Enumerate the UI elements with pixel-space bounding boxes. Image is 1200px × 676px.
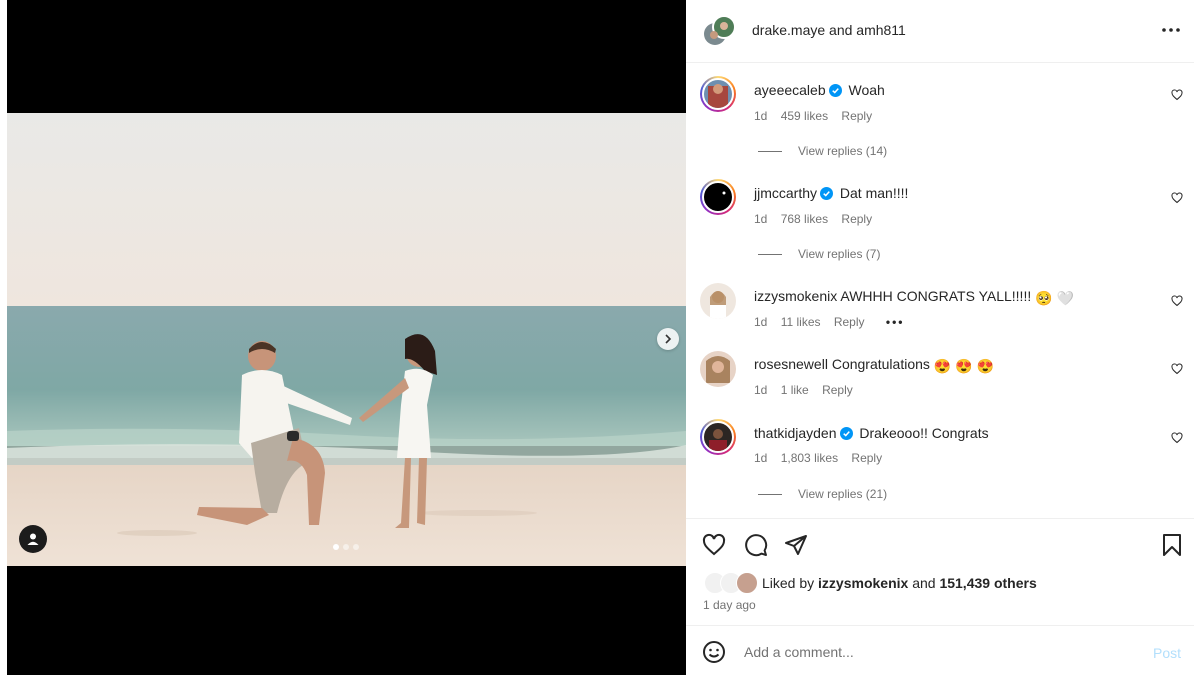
verified-badge-icon (828, 84, 842, 97)
like-comment-heart-icon[interactable] (1171, 192, 1183, 204)
view-replies-button[interactable]: View replies (14) (758, 144, 887, 158)
like-heart-icon[interactable] (702, 533, 726, 557)
heart-eyes-emoji: 😍 (955, 358, 973, 374)
post-timestamp[interactable]: 1 day ago (703, 598, 756, 612)
comment-time: 1d (754, 212, 768, 226)
view-replies-button[interactable]: View replies (7) (758, 247, 880, 261)
liked-by-user[interactable]: izzysmokenix (818, 575, 908, 591)
commenter-avatar[interactable] (700, 419, 736, 455)
share-icon[interactable] (784, 533, 808, 557)
add-comment-input[interactable] (742, 640, 1126, 664)
comment-likes[interactable]: 1 like (781, 383, 809, 397)
commenter-avatar[interactable] (700, 283, 736, 319)
heart-eyes-emoji: 😍 (933, 358, 952, 374)
post-header: drake.maye and amh811 (686, 0, 1194, 63)
commenter-avatar[interactable] (700, 76, 736, 112)
comment-time: 1d (754, 315, 768, 329)
verified-badge-icon (839, 427, 853, 440)
post-actions (686, 518, 1194, 569)
reply-button[interactable]: Reply (841, 109, 872, 123)
likes-summary: Liked by izzysmokenix and 151,439 others (704, 572, 1037, 594)
comment-more-icon[interactable]: ••• (886, 315, 905, 329)
white-heart-emoji: 🤍 (1056, 290, 1074, 306)
comment-username[interactable]: izzysmokenix (754, 288, 837, 304)
liker-avatar (736, 572, 758, 594)
author-avatar[interactable] (702, 14, 736, 48)
comment-meta: 1d 768 likes Reply (754, 212, 882, 226)
post-authors[interactable]: drake.maye and amh811 (752, 22, 906, 38)
comment-icon[interactable] (744, 533, 768, 557)
post-comment-button[interactable]: Post (1153, 645, 1181, 661)
post-media (7, 0, 686, 675)
heart-eyes-emoji: 😍 (976, 358, 994, 374)
like-comment-heart-icon[interactable] (1171, 363, 1183, 375)
carousel-dot (353, 544, 359, 550)
view-replies-button[interactable]: View replies (21) (758, 487, 887, 501)
reply-button[interactable]: Reply (822, 383, 853, 397)
comment-time: 1d (754, 109, 768, 123)
liked-by-label: Liked by (762, 575, 815, 591)
comment-likes[interactable]: 1,803 likes (781, 451, 838, 465)
comment-body: Dat man!!!! (839, 185, 909, 201)
comment-username[interactable]: rosesnewell (754, 356, 828, 372)
comments-panel: drake.maye and amh811 ayeeecaleb Woah 1d… (686, 0, 1200, 675)
reply-button[interactable]: Reply (851, 451, 882, 465)
comment-likes[interactable]: 459 likes (781, 109, 828, 123)
like-comment-heart-icon[interactable] (1171, 89, 1183, 101)
comment-body: AWHHH CONGRATS YALL!!!!! (840, 288, 1032, 304)
commenter-avatar[interactable] (700, 179, 736, 215)
like-comment-heart-icon[interactable] (1171, 295, 1183, 307)
comment-time: 1d (754, 383, 768, 397)
comment-body: Congratulations (831, 356, 930, 372)
comment-text: jjmccarthy Dat man!!!! (754, 185, 908, 201)
add-comment-bar: Post (686, 625, 1194, 676)
carousel-indicator (333, 544, 359, 550)
save-bookmark-icon[interactable] (1160, 533, 1184, 557)
verified-badge-icon (820, 187, 834, 200)
post-photo (7, 113, 686, 566)
comment-body: Drakeooo!! Congrats (859, 425, 989, 441)
comment-meta: 1d 1 like Reply (754, 383, 863, 397)
comment-body: Woah (848, 82, 885, 98)
comment-username[interactable]: ayeeecaleb (754, 82, 826, 98)
comment-username[interactable]: jjmccarthy (754, 185, 817, 201)
comment-meta: 1d 1,803 likes Reply (754, 451, 892, 465)
liked-by-joiner: and (912, 575, 936, 591)
comment-text: ayeeecaleb Woah (754, 82, 885, 98)
commenter-avatar[interactable] (700, 351, 736, 387)
comment-text: rosesnewell Congratulations 😍 😍 😍 (754, 356, 994, 375)
emoji-icon[interactable] (702, 640, 726, 664)
carousel-dot (343, 544, 349, 550)
comment-likes[interactable]: 768 likes (781, 212, 828, 226)
reply-button[interactable]: Reply (834, 315, 865, 329)
comment-meta: 1d 11 likes Reply ••• (754, 315, 914, 329)
likes-count[interactable]: 151,439 others (939, 575, 1036, 591)
comment-likes[interactable]: 11 likes (781, 315, 821, 329)
comment-username[interactable]: thatkidjayden (754, 425, 837, 441)
more-options-icon[interactable] (1160, 20, 1182, 40)
reply-button[interactable]: Reply (841, 212, 872, 226)
carousel-next-button[interactable] (657, 328, 679, 350)
comment-text: izzysmokenix AWHHH CONGRATS YALL!!!!! 🥺 … (754, 288, 1074, 307)
comment-text: thatkidjayden Drakeooo!! Congrats (754, 425, 989, 441)
chevron-right-icon (665, 334, 672, 344)
tagged-users-button[interactable] (19, 525, 47, 553)
comment-time: 1d (754, 451, 768, 465)
user-icon (27, 533, 39, 545)
pleading-face-emoji: 🥺 (1035, 290, 1053, 306)
beach-proposal-image (7, 113, 686, 566)
carousel-dot (333, 544, 339, 550)
like-comment-heart-icon[interactable] (1171, 432, 1183, 444)
comment-meta: 1d 459 likes Reply (754, 109, 882, 123)
